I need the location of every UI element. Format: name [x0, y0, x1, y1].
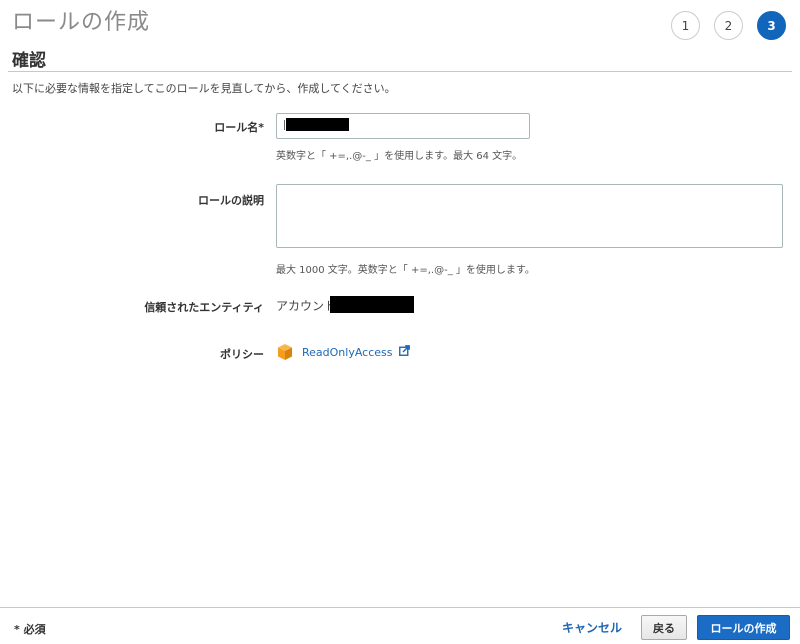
required-note: * 必須: [14, 623, 46, 636]
policy-cube-icon: [276, 343, 294, 361]
role-name-label: ロール名*: [214, 121, 264, 134]
role-description-textarea[interactable]: [276, 184, 783, 248]
section-title: 確認: [12, 51, 46, 71]
wizard-steps: 1 2 3: [671, 11, 786, 40]
policy-name: ReadOnlyAccess: [302, 346, 393, 359]
section-divider: [8, 71, 792, 72]
section-intro: 以下に必要な情報を指定してこのロールを見直してから、作成してください。: [12, 82, 396, 95]
policy-link-readonlyaccess[interactable]: ReadOnlyAccess: [302, 345, 410, 359]
cancel-button[interactable]: キャンセル: [562, 619, 622, 636]
create-role-button[interactable]: ロールの作成: [697, 615, 790, 640]
role-description-label: ロールの説明: [198, 194, 264, 207]
role-name-hint: 英数字と「 +=,.@-_ 」を使用します。最大 64 文字。: [276, 151, 523, 162]
step-2-indicator[interactable]: 2: [714, 11, 743, 40]
policy-label: ポリシー: [220, 348, 264, 361]
trusted-entity-label: 信頼されたエンティティ: [144, 301, 264, 314]
text-caret: [284, 120, 285, 130]
role-description-hint: 最大 1000 文字。英数字と「 +=,.@-_ 」を使用します。: [276, 265, 535, 276]
redacted-role-name: [286, 118, 349, 131]
redacted-account-id: [330, 296, 414, 313]
step-1-indicator[interactable]: 1: [671, 11, 700, 40]
trusted-entity-value: アカウント: [276, 299, 337, 313]
page-title: ロールの作成: [12, 10, 151, 35]
footer-divider: [0, 607, 800, 608]
create-role-page: ロールの作成 1 2 3 確認 以下に必要な情報を指定してこのロールを見直してか…: [0, 0, 800, 644]
policy-item: ReadOnlyAccess: [276, 343, 410, 361]
step-3-indicator: 3: [757, 11, 786, 40]
external-link-icon: [399, 345, 410, 356]
back-button[interactable]: 戻る: [641, 615, 687, 640]
